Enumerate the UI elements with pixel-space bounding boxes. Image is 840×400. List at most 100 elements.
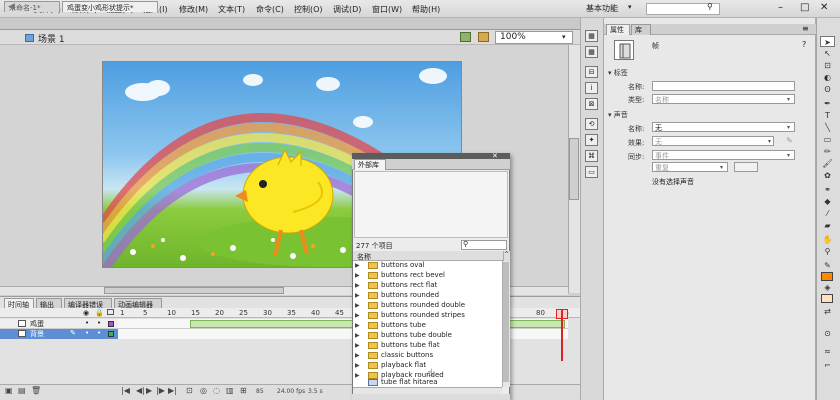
- playhead[interactable]: [561, 309, 563, 361]
- hand-tool-icon[interactable]: ✋: [820, 234, 835, 245]
- tab-egg-to-chick[interactable]: 鸡蛋变小鸡形状提示*: [62, 1, 158, 12]
- edit-envelope-icon[interactable]: ✎: [786, 136, 793, 145]
- smooth-icon[interactable]: ≈: [820, 346, 835, 357]
- menu-control[interactable]: 控制(O): [294, 4, 323, 15]
- visibility-dot[interactable]: •: [85, 329, 89, 337]
- rectangle-tool-icon[interactable]: ▭: [820, 134, 835, 145]
- last-frame-icon[interactable]: ▶|: [168, 386, 177, 395]
- swatches-panel-icon[interactable]: ▦: [585, 46, 598, 58]
- eyedropper-tool-icon[interactable]: ⁄: [820, 208, 835, 219]
- text-tool-icon[interactable]: T: [820, 110, 835, 121]
- eye-icon[interactable]: ◉: [83, 309, 89, 317]
- deco-tool-icon[interactable]: ✿: [820, 170, 835, 181]
- free-transform-tool-icon[interactable]: ⊡: [820, 60, 835, 71]
- menu-text[interactable]: 文本(T): [218, 4, 245, 15]
- paint-bucket-tool-icon[interactable]: ◆: [820, 196, 835, 207]
- frame-name-input[interactable]: [652, 81, 795, 91]
- stroke-color-swatch[interactable]: [821, 272, 833, 281]
- 3d-rotation-tool-icon[interactable]: ◐: [820, 72, 835, 83]
- swap-colors-icon[interactable]: ⇄: [820, 306, 835, 317]
- repeat-select[interactable]: 重复: [652, 162, 728, 172]
- selection-tool-icon[interactable]: ➤: [820, 36, 835, 47]
- pen-tool-icon[interactable]: ✒: [820, 98, 835, 109]
- maximize-icon[interactable]: □: [800, 2, 809, 13]
- section-sound[interactable]: ▾ 声音: [608, 110, 628, 120]
- list-item[interactable]: ▶ buttons rect flat: [355, 281, 502, 291]
- minimize-icon[interactable]: –: [778, 2, 783, 13]
- scroll-thumb[interactable]: [569, 138, 579, 200]
- layer-name[interactable]: 背景: [30, 329, 44, 339]
- menu-modify[interactable]: 修改(M): [179, 4, 208, 15]
- layer-outline-color[interactable]: [108, 331, 114, 337]
- list-item[interactable]: ▶ buttons tube flat: [355, 341, 502, 351]
- layer-row-background[interactable]: 背景 ✎ • •: [0, 329, 118, 339]
- play-icon[interactable]: ▶: [146, 386, 152, 395]
- code-snippets-icon[interactable]: ⌘: [585, 150, 598, 162]
- center-frame-icon[interactable]: ⊡: [186, 386, 193, 395]
- tab-properties[interactable]: 属性: [606, 24, 630, 35]
- delete-icon[interactable]: 🗑: [31, 386, 41, 395]
- lock-dot[interactable]: •: [97, 329, 101, 337]
- fill-color-swatch[interactable]: [821, 294, 833, 303]
- list-item[interactable]: ▶ buttons rect bevel: [355, 271, 502, 281]
- tab-external-library[interactable]: 外部库: [354, 159, 386, 170]
- chevron-down-icon[interactable]: ▾: [720, 164, 723, 171]
- tab-motion-editor[interactable]: 动画编辑器: [114, 298, 162, 309]
- chevron-down-icon[interactable]: ▾: [787, 152, 790, 159]
- first-frame-icon[interactable]: |◀: [121, 386, 130, 395]
- straighten-icon[interactable]: ⌐: [820, 360, 835, 371]
- list-item[interactable]: ▶ buttons tube double: [355, 331, 502, 341]
- zoom-tool-icon[interactable]: ⚲: [820, 246, 835, 257]
- effect-select[interactable]: 无: [652, 136, 774, 146]
- bone-tool-icon[interactable]: ⚭: [820, 184, 835, 195]
- scroll-thumb[interactable]: [104, 287, 284, 294]
- lasso-tool-icon[interactable]: ʘ: [820, 84, 835, 95]
- expand-icon[interactable]: ▶: [355, 342, 360, 349]
- expand-icon[interactable]: ▶: [355, 352, 360, 359]
- onion-outline-icon[interactable]: ◌: [213, 386, 220, 395]
- list-item[interactable]: ▶ buttons rounded stripes: [355, 311, 502, 321]
- layer-outline-color[interactable]: [108, 321, 114, 327]
- menu-commands[interactable]: 命令(C): [256, 4, 284, 15]
- history-panel-icon[interactable]: ⟲: [585, 118, 598, 130]
- step-back-icon[interactable]: ◀|: [136, 386, 145, 395]
- fill-color-icon[interactable]: ◈: [820, 282, 835, 293]
- snap-to-objects-icon[interactable]: ⊙: [820, 328, 835, 339]
- back-arrow-icon[interactable]: ◀: [8, 2, 15, 12]
- transform-panel-icon[interactable]: ⊠: [585, 98, 598, 110]
- help-icon[interactable]: ?: [802, 40, 806, 49]
- menu-debug[interactable]: 调试(D): [333, 4, 361, 15]
- library-horizontal-scrollbar[interactable]: [353, 387, 502, 394]
- onion-markers-icon[interactable]: ⊞: [240, 386, 247, 395]
- pencil-tool-icon[interactable]: ✏: [820, 146, 835, 157]
- expand-icon[interactable]: ▶: [355, 262, 360, 269]
- expand-icon[interactable]: ▶: [355, 312, 360, 319]
- edit-scene-icon[interactable]: [460, 32, 471, 42]
- sound-name-select[interactable]: 无: [652, 122, 795, 132]
- tab-output[interactable]: 输出: [36, 298, 62, 309]
- close-icon[interactable]: ✕: [820, 2, 828, 13]
- library-column-header[interactable]: [353, 251, 503, 261]
- tab-timeline[interactable]: 时间轴: [4, 298, 34, 309]
- chevron-down-icon[interactable]: ▾: [768, 138, 771, 145]
- expand-icon[interactable]: ▶: [355, 272, 360, 279]
- components-icon[interactable]: ▭: [585, 166, 598, 178]
- outline-icon[interactable]: [107, 309, 114, 315]
- tab-library[interactable]: 库: [631, 24, 651, 35]
- motion-presets-icon[interactable]: ✦: [585, 134, 598, 146]
- chevron-down-icon[interactable]: ▾: [562, 33, 566, 41]
- layer-name[interactable]: 鸡蛋: [30, 319, 44, 329]
- subselection-tool-icon[interactable]: ↖: [820, 48, 835, 59]
- list-item[interactable]: ▶ classic buttons: [355, 351, 502, 361]
- edit-multiple-frames-icon[interactable]: ▥: [226, 386, 234, 395]
- onion-skin-icon[interactable]: ◎: [200, 386, 207, 395]
- frame-rate[interactable]: 24.00 fps: [277, 388, 305, 395]
- panel-menu-icon[interactable]: ≡: [802, 24, 809, 33]
- expand-icon[interactable]: ▶: [355, 302, 360, 309]
- line-tool-icon[interactable]: ╲: [820, 122, 835, 133]
- new-layer-icon[interactable]: ▣: [5, 386, 13, 395]
- align-panel-icon[interactable]: ⊟: [585, 66, 598, 78]
- color-panel-icon[interactable]: ▦: [585, 30, 598, 42]
- scroll-thumb[interactable]: [503, 262, 509, 382]
- list-item[interactable]: ▶ buttons rounded double: [355, 301, 502, 311]
